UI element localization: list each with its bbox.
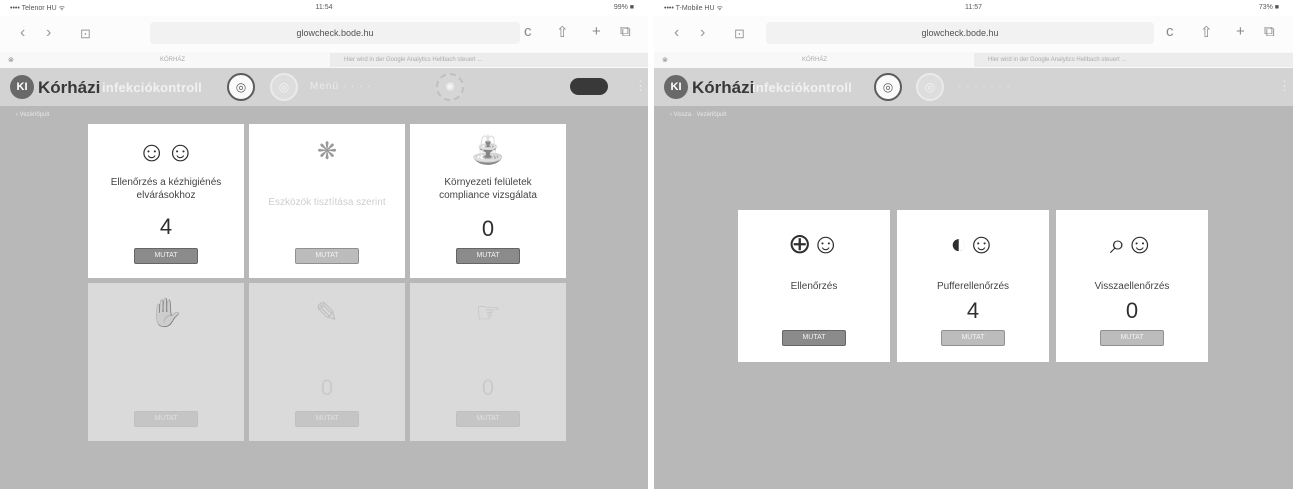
tab-close-icon[interactable]: ⊗ bbox=[662, 56, 668, 64]
pointing-hand-icon: ☞ bbox=[475, 297, 501, 328]
plus-face-icon: ⊕☺ bbox=[787, 228, 841, 259]
show-button[interactable]: MUTAT bbox=[941, 330, 1005, 346]
nav-menu[interactable]: Menü · · · · bbox=[310, 81, 371, 92]
card-instruments[interactable]: ❋ Eszközök tisztítása szerint MUTAT bbox=[249, 124, 405, 278]
card-title: Ellenőrzés bbox=[790, 281, 838, 292]
forward-icon[interactable]: › bbox=[46, 24, 51, 42]
more-menu-icon[interactable]: ⋮ bbox=[1278, 78, 1291, 94]
tab-close-icon[interactable]: ⊗ bbox=[8, 56, 14, 64]
show-button[interactable]: MUTAT bbox=[295, 248, 359, 264]
faces-icon: ☺☺ bbox=[137, 136, 195, 167]
app-header: KI Kórházi infekciókontroll ◎ ◎ · · · · … bbox=[654, 68, 1293, 106]
card-count: 0 bbox=[481, 216, 495, 241]
card-buffer-check[interactable]: ◐☺ Pufferellenőrzés 4 MUTAT bbox=[897, 210, 1049, 362]
browser-toolbar: ‹ › ⊡ glowcheck.bode.hu c ⇧ + ⧉ bbox=[654, 16, 1293, 52]
share-icon[interactable]: ⇧ bbox=[1200, 23, 1213, 41]
address-bar[interactable]: glowcheck.bode.hu bbox=[150, 22, 520, 44]
reload-icon[interactable]: c bbox=[1166, 23, 1174, 40]
left-screenshot: •••• Telenor HU ᯤ 11:54 99% ■ ‹ › ⊡ glow… bbox=[0, 0, 648, 489]
new-tab-icon[interactable]: + bbox=[1236, 23, 1245, 40]
card-count: 0 bbox=[320, 375, 334, 400]
show-button[interactable]: MUTAT bbox=[1100, 330, 1164, 346]
battery-indicator: 99% ■ bbox=[613, 4, 634, 11]
browser-toolbar: ‹ › ⊡ glowcheck.bode.hu c ⇧ + ⧉ bbox=[0, 16, 648, 52]
url-text: glowcheck.bode.hu bbox=[921, 28, 999, 38]
battery-indicator: 73% ■ bbox=[1258, 4, 1279, 11]
bookmarks-icon[interactable]: ⊡ bbox=[80, 26, 91, 42]
brand-title: Kórházi bbox=[38, 78, 101, 97]
show-button[interactable]: MUTAT bbox=[134, 411, 198, 427]
status-bar: •••• Telenor HU ᯤ 11:54 99% ■ bbox=[0, 0, 648, 16]
share-icon[interactable]: ⇧ bbox=[556, 23, 569, 41]
app-header: KI Kórházi infekciókontroll ◎ ◎ Menü · ·… bbox=[0, 68, 648, 106]
card-title: Környezeti felületek compliance vizsgála… bbox=[439, 177, 537, 201]
brand-subtitle: infekciókontroll bbox=[102, 80, 202, 95]
glowcheck-logo-icon[interactable]: ◎ bbox=[227, 73, 255, 101]
tab-analytics-label: Hier wird in der Google Analytics Hellba… bbox=[344, 57, 483, 63]
card-recheck[interactable]: ⌕☺ Visszaellenőrzés 0 MUTAT bbox=[1056, 210, 1208, 362]
card-disabled-2[interactable]: ✎ 0 MUTAT bbox=[249, 283, 405, 441]
card-count: 0 bbox=[481, 375, 495, 400]
forward-icon[interactable]: › bbox=[700, 24, 705, 42]
tabs-icon[interactable]: ⧉ bbox=[620, 23, 631, 40]
clock: 11:57 bbox=[965, 4, 982, 11]
clock: 11:54 bbox=[315, 4, 333, 11]
card-count: 0 bbox=[1125, 298, 1139, 323]
nav-menu[interactable]: · · · · · · · bbox=[958, 81, 1011, 92]
pen-icon: ✎ bbox=[315, 297, 339, 328]
card-title: Ellenőrzés a kézhigiénés elvárásokhoz bbox=[110, 177, 222, 201]
settings-icon[interactable]: ✺ bbox=[436, 73, 464, 101]
card-hand-hygiene[interactable]: ☺☺ Ellenőrzés a kézhigiénés elvárásokhoz… bbox=[88, 124, 244, 278]
reload-icon[interactable]: c bbox=[524, 23, 532, 40]
show-button[interactable]: MUTAT bbox=[456, 248, 520, 264]
glowcheck-logo-icon[interactable]: ◎ bbox=[874, 73, 902, 101]
brand-subtitle: infekciókontroll bbox=[752, 80, 852, 95]
card-title: Pufferellenőrzés bbox=[936, 281, 1010, 292]
sink-icon: ⛲ bbox=[470, 134, 506, 165]
show-button[interactable]: MUTAT bbox=[295, 411, 359, 427]
card-title: Eszközök tisztítása szerint bbox=[268, 197, 386, 208]
card-count: 4 bbox=[159, 214, 173, 239]
tab-analytics[interactable]: Hier wird in der Google Analytics Hellba… bbox=[330, 53, 648, 67]
breadcrumb[interactable]: ‹ Vissza · Vezérlőpult bbox=[670, 112, 726, 118]
dashboard: ‹ Vissza · Vezérlőpult ⊕☺ Ellenőrzés MUT… bbox=[654, 106, 1293, 489]
card-check[interactable]: ⊕☺ Ellenőrzés MUTAT bbox=[738, 210, 890, 362]
user-badge[interactable] bbox=[570, 78, 608, 95]
back-icon[interactable]: ‹ bbox=[674, 24, 679, 42]
tab-analytics[interactable]: Hier wird in der Google Analytics Hellba… bbox=[974, 53, 1293, 67]
hospital-logo-icon[interactable]: KI bbox=[664, 75, 688, 99]
card-surfaces[interactable]: ⛲ Környezeti felületek compliance vizsgá… bbox=[410, 124, 566, 278]
clock-face-icon: ◐☺ bbox=[950, 228, 996, 259]
back-icon[interactable]: ‹ bbox=[20, 24, 25, 42]
breadcrumb[interactable]: ‹ Vezérlőpult bbox=[16, 112, 49, 118]
tab-strip: ⊗ KÓRHÁZ Hier wird in der Google Analyti… bbox=[0, 52, 648, 68]
card-count: 4 bbox=[966, 298, 980, 323]
card-title: Visszaellenőrzés bbox=[1094, 281, 1170, 292]
card-disabled-1[interactable]: ✋ MUTAT bbox=[88, 283, 244, 441]
tabs-icon[interactable]: ⧉ bbox=[1264, 23, 1275, 40]
address-bar[interactable]: glowcheck.bode.hu bbox=[766, 22, 1154, 44]
status-bar: •••• T-Mobile HU ᯤ 11:57 73% ■ bbox=[654, 0, 1293, 16]
show-button[interactable]: MUTAT bbox=[782, 330, 846, 346]
hospital-logo-icon[interactable]: KI bbox=[10, 75, 34, 99]
show-button[interactable]: MUTAT bbox=[134, 248, 198, 264]
right-screenshot: •••• T-Mobile HU ᯤ 11:57 73% ■ ‹ › ⊡ glo… bbox=[654, 0, 1293, 489]
menu-icon[interactable]: ◎ bbox=[270, 73, 298, 101]
instruments-icon: ❋ bbox=[316, 138, 338, 165]
bookmarks-icon[interactable]: ⊡ bbox=[734, 26, 745, 42]
new-tab-icon[interactable]: + bbox=[592, 23, 601, 40]
card-disabled-3[interactable]: ☞ 0 MUTAT bbox=[410, 283, 566, 441]
dashboard: ‹ Vezérlőpult ☺☺ Ellenőrzés a kézhigiéné… bbox=[0, 106, 648, 489]
tab-analytics-label: Hier wird in der Google Analytics Hellba… bbox=[988, 57, 1127, 63]
more-menu-icon[interactable]: ⋮ bbox=[634, 78, 647, 94]
tab-korhaz[interactable]: KÓRHÁZ bbox=[802, 57, 827, 63]
menu-icon[interactable]: ◎ bbox=[916, 73, 944, 101]
show-button[interactable]: MUTAT bbox=[456, 411, 520, 427]
search-face-icon: ⌕☺ bbox=[1109, 228, 1155, 259]
brand-title: Kórházi bbox=[692, 78, 755, 97]
hand-icon: ✋ bbox=[148, 297, 184, 328]
tab-strip: ⊗ KÓRHÁZ Hier wird in der Google Analyti… bbox=[654, 52, 1293, 68]
url-text: glowcheck.bode.hu bbox=[296, 28, 374, 38]
tab-korhaz[interactable]: KÓRHÁZ bbox=[160, 57, 185, 63]
